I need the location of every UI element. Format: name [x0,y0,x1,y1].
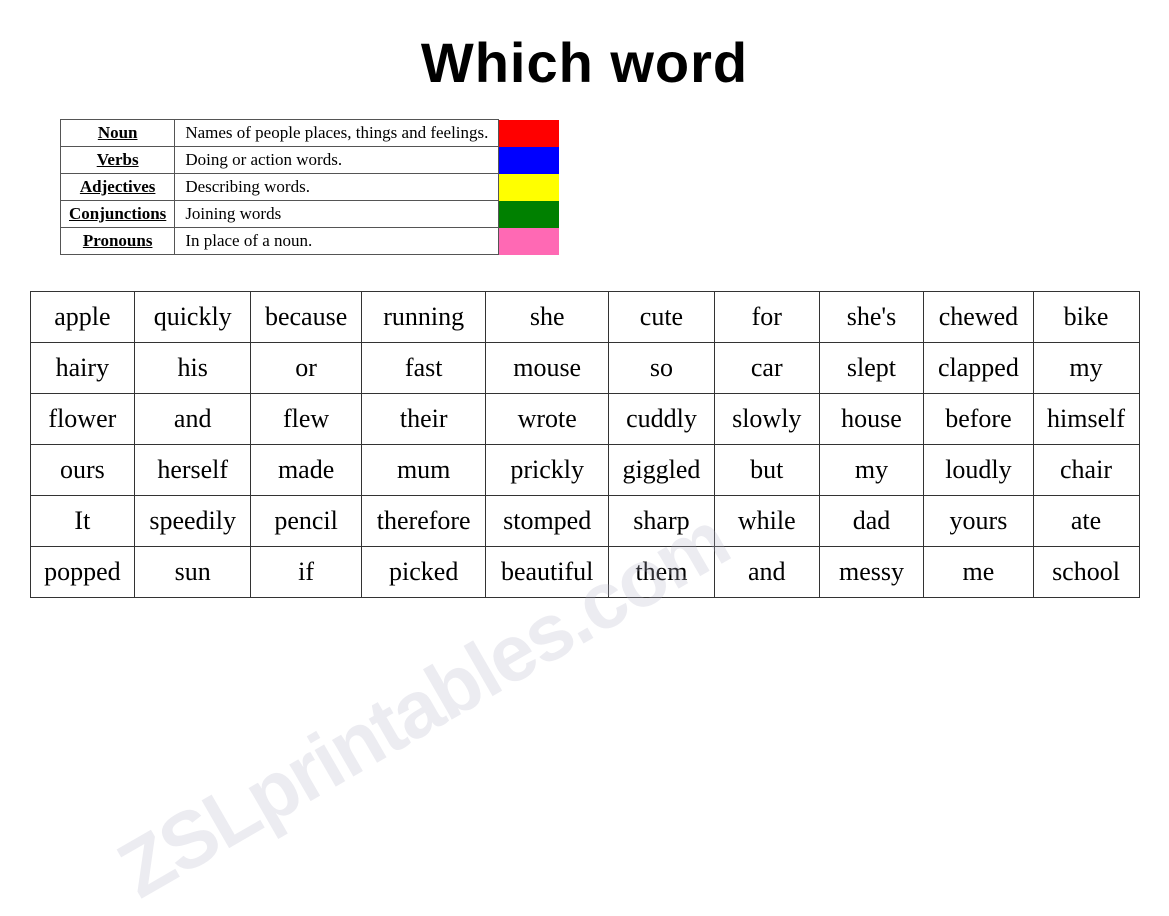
word-cell[interactable]: them [609,547,715,598]
word-cell[interactable]: cute [609,292,715,343]
word-cell[interactable]: himself [1033,394,1139,445]
word-cell[interactable]: made [251,445,362,496]
legend-category-description: Doing or action words. [175,147,499,174]
legend-color-box [499,228,559,255]
word-cell[interactable]: messy [819,547,924,598]
legend-category-name: Conjunctions [61,201,175,228]
word-cell[interactable]: yours [924,496,1033,547]
word-cell[interactable]: ours [30,445,135,496]
word-cell[interactable]: prickly [486,445,609,496]
word-cell[interactable]: hairy [30,343,135,394]
word-cell[interactable]: mouse [486,343,609,394]
legend-color-box [499,201,559,228]
word-cell[interactable]: his [135,343,251,394]
word-cell[interactable]: before [924,394,1033,445]
word-cell[interactable]: sharp [609,496,715,547]
word-cell[interactable]: running [362,292,486,343]
word-cell[interactable]: pencil [251,496,362,547]
word-grid: applequicklybecauserunningshecuteforshe'… [30,291,1140,598]
legend-table: NounNames of people places, things and f… [60,119,559,255]
word-cell[interactable]: house [819,394,924,445]
legend-category-name: Verbs [61,147,175,174]
legend-color-box [499,120,559,147]
word-cell[interactable]: sun [135,547,251,598]
legend-category-description: In place of a noun. [175,228,499,255]
word-cell[interactable]: slept [819,343,924,394]
word-cell[interactable]: chair [1033,445,1139,496]
word-cell[interactable]: their [362,394,486,445]
word-cell[interactable]: ate [1033,496,1139,547]
word-cell[interactable]: giggled [609,445,715,496]
page-title: Which word [0,30,1169,95]
word-cell[interactable]: fast [362,343,486,394]
word-cell[interactable]: flew [251,394,362,445]
legend-category-name: Adjectives [61,174,175,201]
word-cell[interactable]: therefore [362,496,486,547]
word-cell[interactable]: It [30,496,135,547]
word-cell[interactable]: or [251,343,362,394]
legend-category-description: Joining words [175,201,499,228]
word-cell[interactable]: dad [819,496,924,547]
word-cell[interactable]: bike [1033,292,1139,343]
word-cell[interactable]: my [819,445,924,496]
word-cell[interactable]: and [135,394,251,445]
word-cell[interactable]: while [714,496,819,547]
word-cell[interactable]: but [714,445,819,496]
word-cell[interactable]: clapped [924,343,1033,394]
word-cell[interactable]: mum [362,445,486,496]
word-cell[interactable]: me [924,547,1033,598]
word-cell[interactable]: because [251,292,362,343]
word-cell[interactable]: so [609,343,715,394]
word-cell[interactable]: stomped [486,496,609,547]
word-cell[interactable]: herself [135,445,251,496]
word-cell[interactable]: cuddly [609,394,715,445]
word-cell[interactable]: loudly [924,445,1033,496]
word-cell[interactable]: school [1033,547,1139,598]
word-cell[interactable]: quickly [135,292,251,343]
word-cell[interactable]: slowly [714,394,819,445]
word-cell[interactable]: my [1033,343,1139,394]
word-cell[interactable]: if [251,547,362,598]
legend-category-name: Pronouns [61,228,175,255]
word-cell[interactable]: chewed [924,292,1033,343]
legend-color-box [499,147,559,174]
word-cell[interactable]: she's [819,292,924,343]
word-cell[interactable]: flower [30,394,135,445]
word-cell[interactable]: speedily [135,496,251,547]
word-cell[interactable]: popped [30,547,135,598]
word-cell[interactable]: car [714,343,819,394]
legend-color-box [499,174,559,201]
legend-category-description: Names of people places, things and feeli… [175,120,499,147]
word-cell[interactable]: picked [362,547,486,598]
word-cell[interactable]: wrote [486,394,609,445]
legend-category-name: Noun [61,120,175,147]
legend-category-description: Describing words. [175,174,499,201]
word-cell[interactable]: she [486,292,609,343]
word-cell[interactable]: and [714,547,819,598]
word-cell[interactable]: beautiful [486,547,609,598]
word-cell[interactable]: for [714,292,819,343]
word-cell[interactable]: apple [30,292,135,343]
